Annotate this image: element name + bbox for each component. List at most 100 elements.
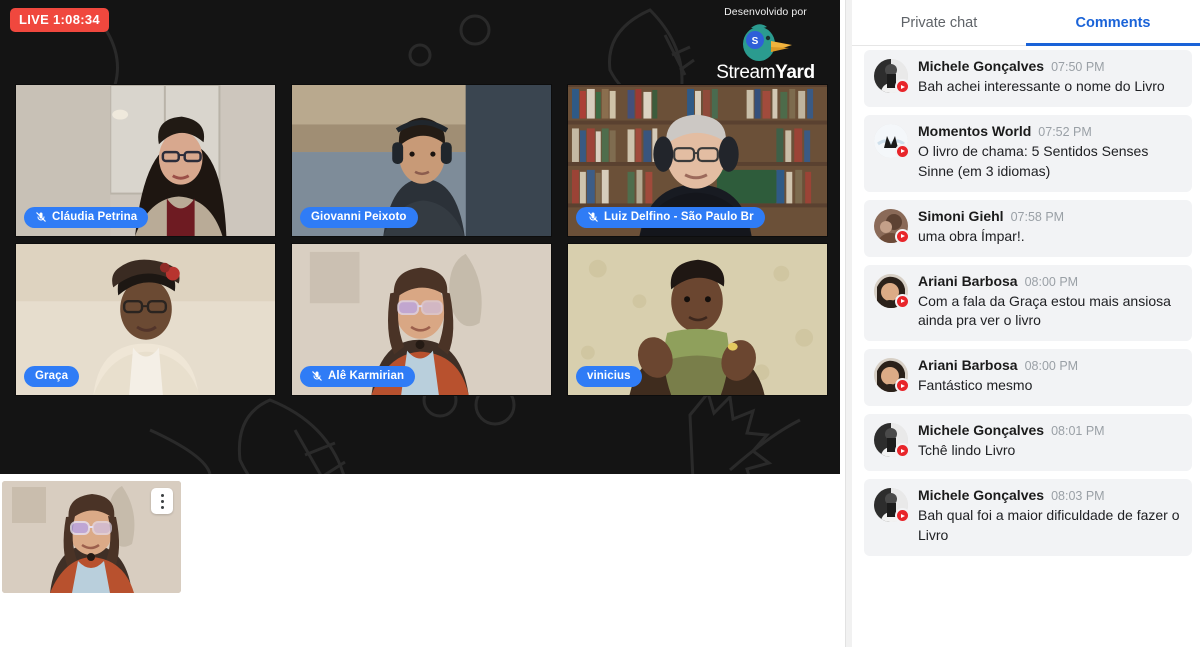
svg-text:S: S [751, 36, 758, 47]
participant-tile[interactable]: Luiz Delfino - São Paulo Br [567, 84, 828, 237]
comment-body: Michele Gonçalves 08:03 PM Bah qual foi … [918, 487, 1182, 546]
comment-body: Ariani Barbosa 08:00 PM Fantástico mesmo [918, 357, 1182, 396]
comment-header: Simoni Giehl 07:58 PM [918, 208, 1182, 224]
kebab-dot [160, 505, 164, 509]
kebab-dot [160, 499, 164, 503]
comment-item: Simoni Giehl 07:58 PM uma obra Ímpar!. [864, 199, 1192, 257]
comment-time: 08:01 PM [1051, 424, 1105, 439]
avatar [874, 123, 910, 159]
comment-body: Michele Gonçalves 07:50 PM Bah achei int… [918, 58, 1182, 97]
comment-header: Ariani Barbosa 08:00 PM [918, 357, 1182, 373]
participant-nametag: vinicius [576, 366, 642, 387]
streamyard-studio: LIVE 1:08:34 Desenvolvido por S StreamYa… [0, 0, 1200, 647]
youtube-icon [895, 228, 910, 244]
youtube-icon [895, 443, 910, 459]
mic-muted-icon [588, 212, 598, 222]
comment-time: 08:00 PM [1024, 359, 1079, 374]
participant-name: Giovanni Peixoto [311, 211, 407, 223]
youtube-icon [895, 378, 910, 394]
duck-logo-icon: S [703, 20, 828, 64]
youtube-icon [895, 79, 910, 94]
comment-item: Michele Gonçalves 08:01 PM Tchê lindo Li… [864, 414, 1192, 471]
comment-item: Ariani Barbosa 08:00 PM Fantástico mesmo [864, 349, 1192, 407]
comments-list[interactable]: Michele Gonçalves 07:50 PM Bah achei int… [852, 46, 1200, 647]
live-indicator-badge: LIVE 1:08:34 [10, 8, 109, 32]
youtube-icon [895, 508, 910, 523]
participant-name: Alê Karmirian [328, 370, 405, 382]
comment-author: Momentos World [918, 122, 1032, 139]
self-view-preview[interactable] [2, 481, 181, 593]
comment-text: Bah qual foi a maior dificuldade de faze… [918, 507, 1180, 543]
comment-header: Momentos World 07:52 PM [918, 123, 1182, 139]
studio-bottom-bar: Alê Karmirian You're in the show! Everyo… [0, 478, 845, 647]
branding-kicker: Desenvolvido por [724, 6, 807, 18]
broadcast-stage: LIVE 1:08:34 Desenvolvido por S StreamYa… [0, 0, 840, 474]
avatar [874, 273, 910, 309]
comment-text: O livro de chama: 5 Sentidos Senses Sinn… [918, 142, 1149, 179]
panel-divider [845, 0, 852, 647]
comment-author: Michele Gonçalves [918, 487, 1045, 503]
participant-nametag: Luiz Delfino - São Paulo Br [576, 207, 765, 228]
comment-text: Fantástico mesmo [918, 377, 1033, 394]
chat-panel: Private chat Comments Michele Gonçalves … [852, 0, 1200, 647]
participant-name: Graça [35, 370, 69, 382]
comment-header: Ariani Barbosa 08:00 PM [918, 273, 1182, 289]
comment-time: 07:58 PM [1010, 209, 1065, 224]
comment-body: Momentos World 07:52 PM O livro de chama… [918, 123, 1182, 182]
participant-tile[interactable]: Graça [15, 243, 276, 396]
comment-author: Ariani Barbosa [918, 272, 1018, 289]
participant-tile[interactable]: vinicius [567, 243, 828, 396]
wordmark-yard: Yard [775, 62, 815, 83]
participant-name: Cláudia Petrina [52, 211, 138, 223]
comment-item: Ariani Barbosa 08:00 PM Com a fala da Gr… [864, 264, 1192, 342]
avatar [874, 358, 910, 394]
comment-text: Com a fala da Graça estou mais ansiosa a… [918, 292, 1171, 329]
branding-wordmark: StreamYard [703, 62, 828, 84]
avatar [874, 488, 910, 523]
comment-item: Momentos World 07:52 PM O livro de chama… [864, 114, 1192, 192]
self-view-options-button[interactable] [151, 488, 173, 514]
broadcast-column: LIVE 1:08:34 Desenvolvido por S StreamYa… [0, 0, 845, 647]
avatar [874, 208, 910, 244]
participant-tile[interactable]: Cláudia Petrina [15, 84, 276, 237]
comment-time: 07:50 PM [1051, 60, 1105, 74]
youtube-icon [895, 293, 910, 309]
participant-nametag: Alê Karmirian [300, 366, 416, 387]
participant-tile[interactable]: Alê Karmirian [291, 243, 552, 396]
tab-private-chat[interactable]: Private chat [852, 0, 1026, 45]
tab-comments[interactable]: Comments [1026, 0, 1200, 46]
kebab-dot [160, 493, 164, 497]
comment-body: Michele Gonçalves 08:01 PM Tchê lindo Li… [918, 422, 1182, 461]
mic-muted-icon [312, 371, 322, 381]
comment-author: Simoni Giehl [918, 207, 1004, 224]
avatar [874, 423, 910, 459]
comment-time: 07:52 PM [1038, 124, 1092, 139]
comment-body: Simoni Giehl 07:58 PM uma obra Ímpar!. [918, 208, 1182, 247]
comment-header: Michele Gonçalves 08:01 PM [918, 422, 1182, 438]
participant-nametag: Graça [24, 366, 80, 387]
participant-name: Luiz Delfino - São Paulo Br [604, 211, 754, 223]
wordmark-stream: Stream [716, 62, 776, 83]
comment-author: Ariani Barbosa [918, 357, 1018, 374]
participant-nametag: Cláudia Petrina [24, 207, 149, 228]
comment-text: uma obra Ímpar!. [918, 227, 1025, 244]
comment-time: 08:03 PM [1051, 489, 1105, 503]
comment-header: Michele Gonçalves 07:50 PM [918, 58, 1182, 74]
streamyard-branding: Desenvolvido por S StreamYard [703, 6, 828, 84]
comment-text: Bah achei interessante o nome do Livro [918, 78, 1165, 94]
comment-item: Michele Gonçalves 07:50 PM Bah achei int… [864, 50, 1192, 107]
comment-author: Michele Gonçalves [918, 58, 1045, 74]
comment-time: 08:00 PM [1024, 274, 1079, 289]
comment-author: Michele Gonçalves [918, 422, 1045, 439]
avatar [874, 59, 910, 94]
comment-header: Michele Gonçalves 08:03 PM [918, 487, 1182, 503]
participant-grid: Cláudia Petrina Giovanni Peixoto Luiz De… [15, 84, 828, 396]
comment-body: Ariani Barbosa 08:00 PM Com a fala da Gr… [918, 273, 1182, 332]
comment-item: Michele Gonçalves 08:03 PM Bah qual foi … [864, 479, 1192, 556]
participant-nametag: Giovanni Peixoto [300, 207, 418, 228]
youtube-icon [895, 143, 910, 159]
mic-muted-icon [36, 212, 46, 222]
participant-tile[interactable]: Giovanni Peixoto [291, 84, 552, 237]
participant-name: vinicius [587, 370, 631, 382]
comment-text: Tchê lindo Livro [918, 442, 1016, 459]
